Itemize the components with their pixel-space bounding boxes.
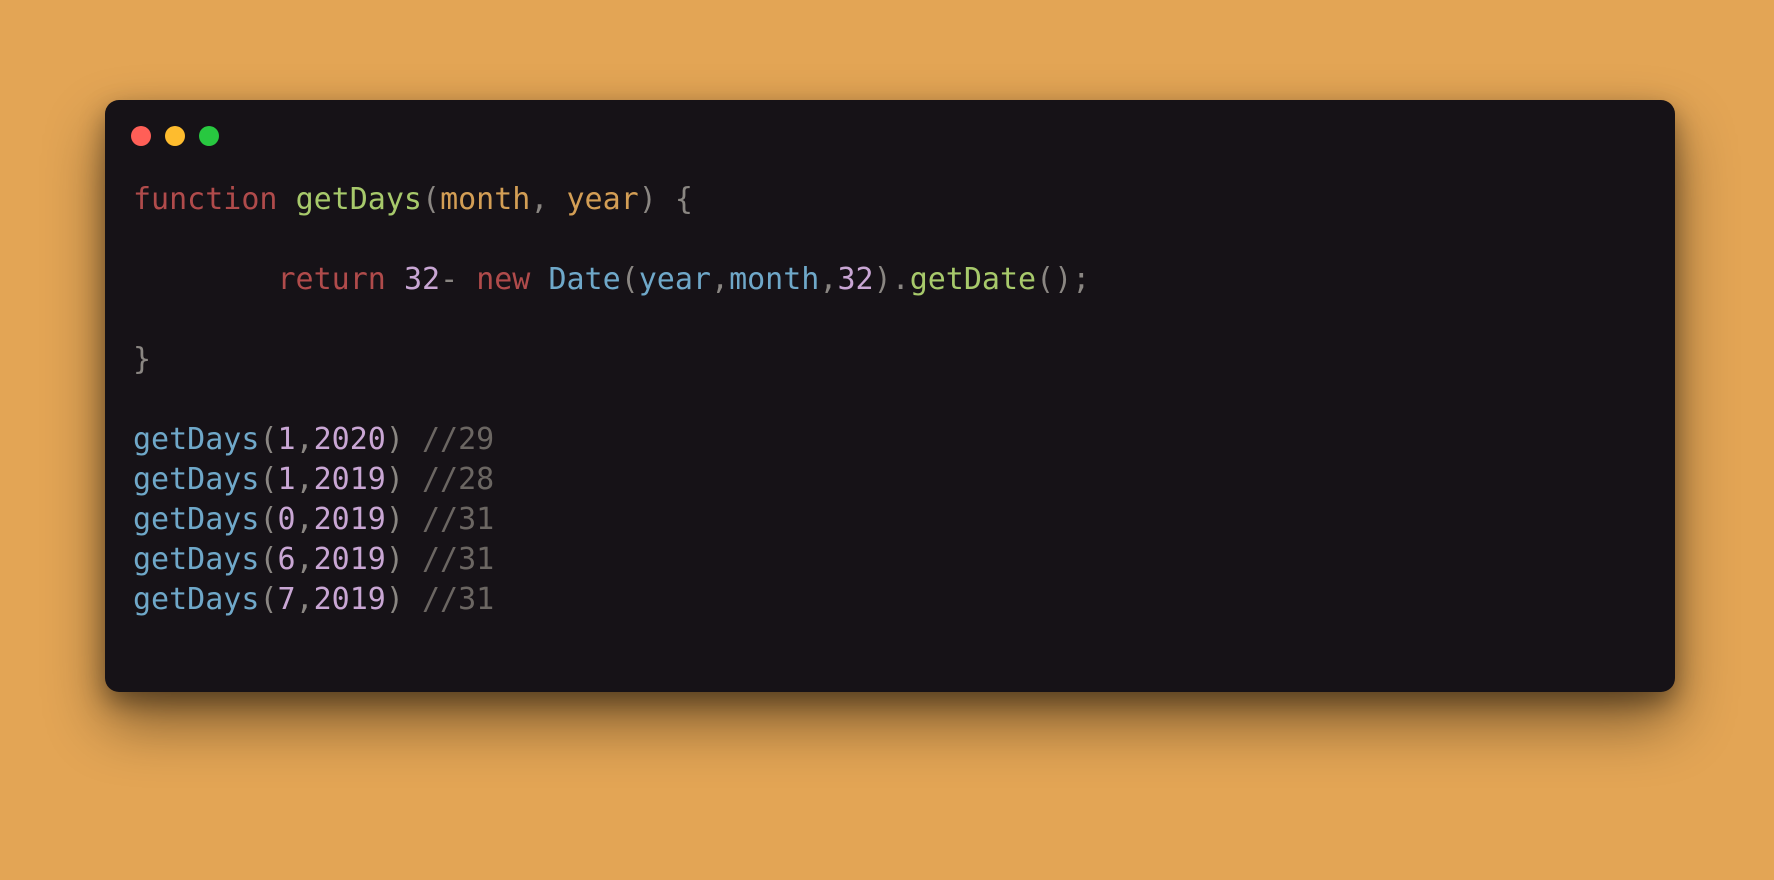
code-line-2: return 32- new Date(year,month,32).getDa… bbox=[133, 262, 1090, 297]
code-line-3: } bbox=[133, 342, 151, 377]
code-call-3: getDays(6,2019) //31 bbox=[133, 542, 494, 577]
code-call-2: getDays(0,2019) //31 bbox=[133, 502, 494, 537]
traffic-lights bbox=[131, 126, 219, 146]
code-block[interactable]: function getDays(month, year) { return 3… bbox=[133, 180, 1647, 668]
code-call-0: getDays(1,2020) //29 bbox=[133, 422, 494, 457]
minimize-icon[interactable] bbox=[165, 126, 185, 146]
close-icon[interactable] bbox=[131, 126, 151, 146]
code-line-1: function getDays(month, year) { bbox=[133, 182, 693, 217]
zoom-icon[interactable] bbox=[199, 126, 219, 146]
code-call-4: getDays(7,2019) //31 bbox=[133, 582, 494, 617]
code-window: function getDays(month, year) { return 3… bbox=[105, 100, 1675, 692]
code-call-1: getDays(1,2019) //28 bbox=[133, 462, 494, 497]
